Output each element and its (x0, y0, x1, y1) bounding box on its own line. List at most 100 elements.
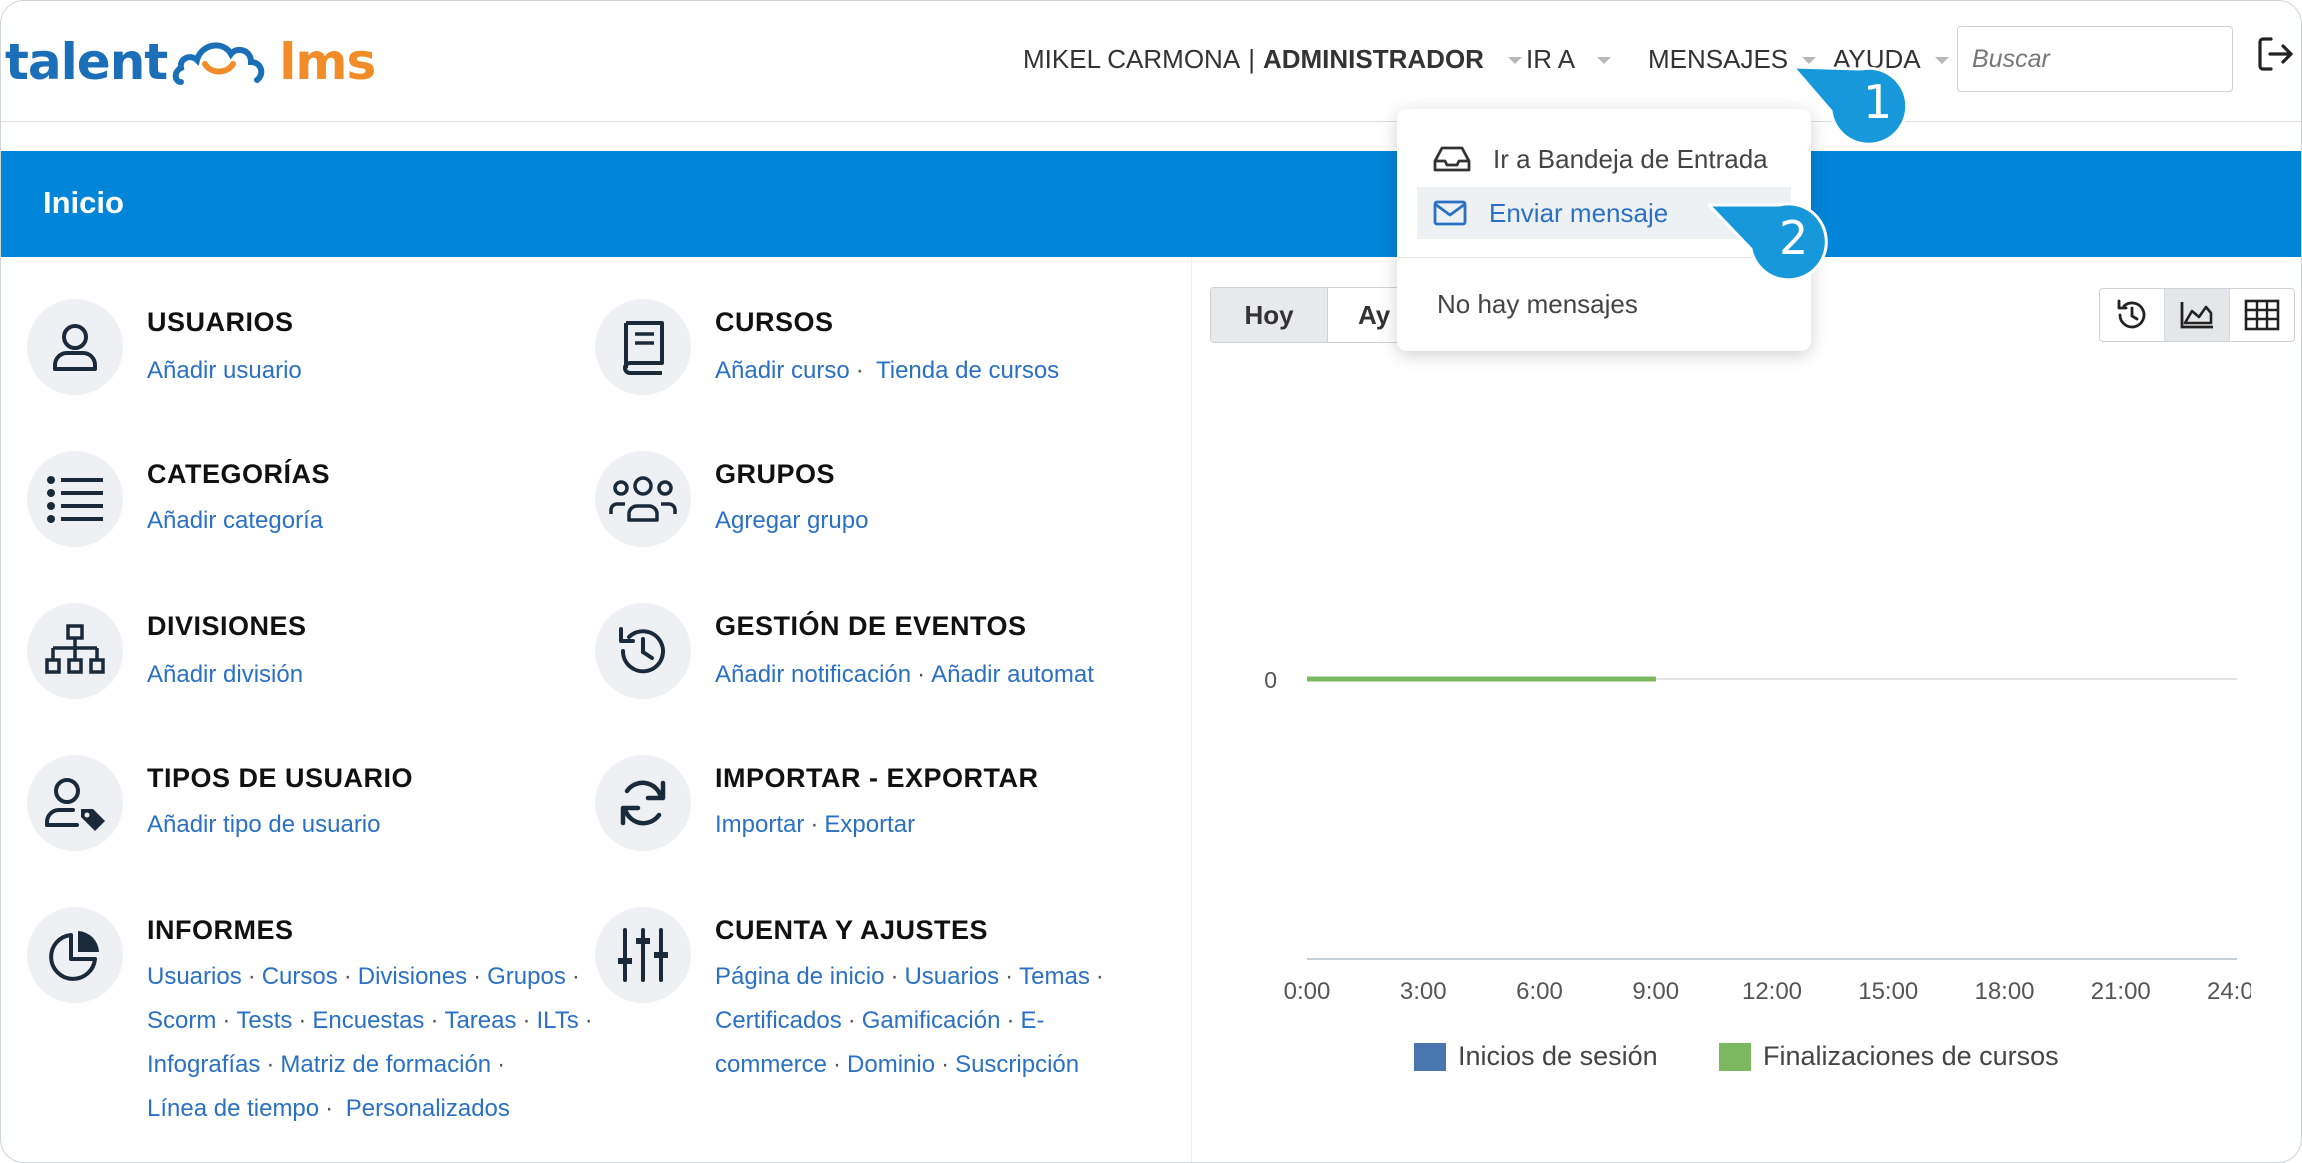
page-header-bar: Inicio (1, 151, 2301, 257)
link-informe[interactable]: Tests (236, 1007, 292, 1034)
legend-swatch (1719, 1042, 1751, 1071)
section-links: Añadir tipo de usuario (147, 803, 380, 847)
x-tick-label: 12:00 (1742, 978, 1802, 1005)
link-anadir-automatizacion[interactable]: Añadir automat (931, 661, 1094, 688)
link-informe[interactable]: Encuestas (312, 1007, 424, 1034)
link-ajuste[interactable]: Certificados (715, 1007, 842, 1034)
link-anadir-tipo-de-usuario[interactable]: Añadir tipo de usuario (147, 811, 380, 838)
link-ajuste[interactable]: Dominio (847, 1051, 935, 1078)
link-ajuste[interactable]: Suscripción (955, 1051, 1079, 1078)
x-tick-label: 6:00 (1516, 978, 1563, 1005)
inbox-icon (1433, 146, 1471, 172)
link-exportar[interactable]: Exportar (824, 811, 915, 838)
menu-item-label: Enviar mensaje (1489, 197, 1669, 228)
history-icon[interactable] (595, 603, 691, 699)
link-informe[interactable]: Grupos (487, 963, 566, 990)
talentlms-logo[interactable]: talent lms (5, 27, 376, 97)
user-menu[interactable]: MIKEL CARMONA | ADMINISTRADOR (1023, 39, 1522, 79)
link-informe[interactable]: ILTs (536, 1007, 578, 1034)
group-icon[interactable] (595, 451, 691, 547)
nav-mensajes-label: MENSAJES (1648, 43, 1789, 74)
user-separator: | (1248, 43, 1255, 74)
link-informe[interactable]: Infografías (147, 1051, 260, 1078)
section-title[interactable]: CUENTA Y AJUSTES (715, 915, 988, 946)
table-icon[interactable] (2230, 289, 2294, 341)
link-ajuste[interactable]: Usuarios (904, 963, 999, 990)
section-links: Página de inicio · Usuarios · Temas · Certifi… (715, 963, 1104, 1078)
page-title: Inicio (43, 185, 124, 220)
section-title[interactable]: USUARIOS (147, 307, 294, 338)
user-icon[interactable] (27, 299, 123, 395)
link-informe[interactable]: Usuarios (147, 963, 242, 990)
period-selector: Hoy Ay (1210, 287, 1419, 343)
section-title[interactable]: INFORMES (147, 915, 294, 946)
link-ajuste[interactable]: commerce (715, 1051, 827, 1078)
link-ajuste[interactable]: Temas (1019, 963, 1090, 990)
section-title[interactable]: TIPOS DE USUARIO (147, 763, 413, 794)
link-ajuste[interactable]: E- (1020, 1007, 1044, 1034)
link-anadir-division[interactable]: Añadir división (147, 661, 303, 688)
link-informe[interactable]: Cursos (262, 963, 338, 990)
sliders-icon[interactable] (595, 907, 691, 1003)
callout-number: 1 (1863, 75, 1893, 129)
link-anadir-categoria[interactable]: Añadir categoría (147, 507, 323, 534)
chevron-down-icon (1597, 56, 1612, 64)
section-links: Añadir notificación · Añadir automat (715, 661, 1094, 688)
logout-icon[interactable] (2255, 33, 2297, 75)
pie-chart-icon[interactable] (27, 907, 123, 1003)
book-icon[interactable] (595, 299, 691, 395)
link-informe[interactable]: Línea de tiempo (147, 1095, 319, 1122)
callout-step-1: 1 (1791, 59, 1911, 146)
section-title[interactable]: GESTIÓN DE EVENTOS (715, 611, 1027, 642)
link-anadir-notificacion[interactable]: Añadir notificación (715, 661, 911, 688)
section-title[interactable]: CURSOS (715, 307, 834, 338)
link-anadir-usuario[interactable]: Añadir usuario (147, 357, 302, 384)
area-chart-icon[interactable] (2165, 289, 2230, 341)
legend-item-logins[interactable]: Inicios de sesión (1414, 1041, 1658, 1072)
section-links: Importar · Exportar (715, 811, 916, 838)
x-tick-label: 15:00 (1858, 978, 1918, 1005)
section-links: Agregar grupo (715, 499, 868, 543)
chevron-down-icon (1507, 56, 1522, 64)
x-tick-label: 3:00 (1400, 978, 1447, 1005)
link-tienda-de-cursos[interactable]: Tienda de cursos (876, 357, 1059, 384)
callout-step-2: 2 (1707, 197, 1829, 282)
user-name: MIKEL CARMONA (1023, 43, 1241, 74)
x-tick-label: 0:00 (1284, 978, 1331, 1005)
callout-badge-shape (1791, 65, 1909, 146)
user-role: ADMINISTRADOR (1262, 43, 1484, 74)
nav-ir-a[interactable]: IR A (1526, 39, 1612, 79)
view-toggle (2099, 288, 2295, 342)
legend-label: Inicios de sesión (1458, 1041, 1658, 1071)
link-agregar-grupo[interactable]: Agregar grupo (715, 507, 868, 534)
link-ajuste[interactable]: Página de inicio (715, 963, 884, 990)
legend-swatch (1414, 1042, 1446, 1071)
section-title[interactable]: GRUPOS (715, 459, 835, 490)
legend-label: Finalizaciones de cursos (1763, 1041, 2059, 1071)
link-informe[interactable]: Tareas (444, 1007, 516, 1034)
link-informe[interactable]: Personalizados (346, 1095, 510, 1122)
link-importar[interactable]: Importar (715, 811, 804, 838)
app-frame: talent lms MIKEL CARMONA | ADMINISTRADOR… (0, 0, 2302, 1163)
legend-item-completions[interactable]: Finalizaciones de cursos (1719, 1041, 2059, 1072)
history-icon[interactable] (2100, 289, 2165, 341)
menu-item-inbox[interactable]: Ir a Bandeja de Entrada (1417, 133, 1791, 185)
tab-hoy[interactable]: Hoy (1211, 288, 1328, 342)
sync-icon[interactable] (595, 755, 691, 851)
org-chart-icon[interactable] (27, 603, 123, 699)
cloud-logo-icon (172, 42, 265, 85)
section-title[interactable]: IMPORTAR - EXPORTAR (715, 763, 1039, 794)
section-title[interactable]: CATEGORÍAS (147, 459, 330, 490)
link-ajuste[interactable]: Gamificación (862, 1007, 1001, 1034)
link-informe[interactable]: Divisiones (358, 963, 467, 990)
link-anadir-curso[interactable]: Añadir curso (715, 357, 850, 384)
search-input[interactable] (1957, 26, 2233, 92)
link-informe[interactable]: Scorm (147, 1007, 216, 1034)
link-informe[interactable]: Matriz de formación (280, 1051, 491, 1078)
list-icon[interactable] (27, 451, 123, 547)
x-tick-label: 24:00 (2207, 978, 2251, 1005)
section-links: Añadir categoría (147, 499, 323, 543)
top-bar: talent lms MIKEL CARMONA | ADMINISTRADOR… (1, 1, 2301, 122)
section-title[interactable]: DIVISIONES (147, 611, 307, 642)
user-tag-icon[interactable] (27, 755, 123, 851)
